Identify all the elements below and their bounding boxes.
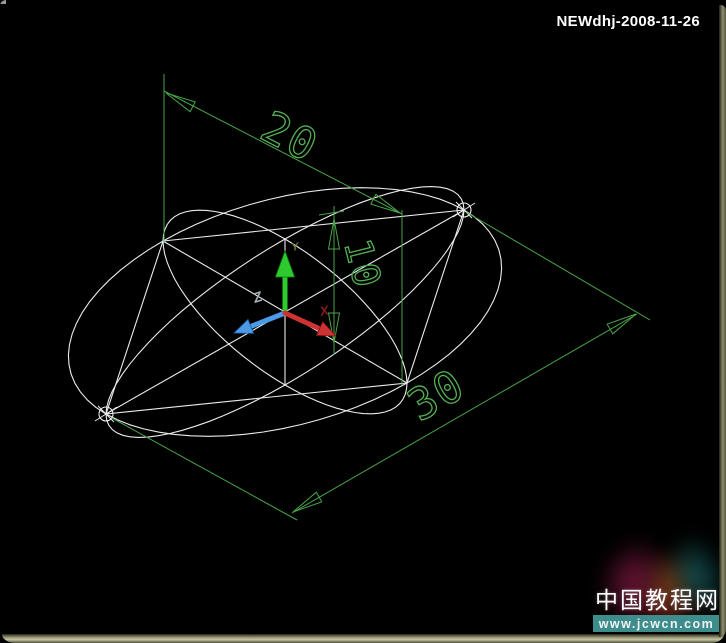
ucs-axis-head-Y <box>274 249 296 278</box>
frame-bottom-edge <box>2 634 724 643</box>
ucs-axis-shaft-X <box>282 310 321 331</box>
ucs-axis-head-X <box>315 321 337 337</box>
dim-text-30: 30 <box>399 359 474 432</box>
ucs-label-Y: Y <box>290 241 301 254</box>
corner-speck <box>0 0 6 4</box>
site-url-bar: www.jcwcn.com <box>593 615 720 632</box>
ucs-label-Z: Z <box>250 288 264 306</box>
cad-canvas[interactable]: 20 10 30 Y Z X <box>0 0 726 643</box>
ucs-axis-head-Z <box>233 318 255 334</box>
dim-line-30 <box>291 313 638 514</box>
site-url: www.jcwcn.com <box>598 616 715 631</box>
dim-line-10 <box>318 210 345 216</box>
center-marker-tick <box>455 201 473 219</box>
site-name-watermark: 中国教程网 <box>595 587 720 613</box>
dim-arrowhead <box>165 92 196 113</box>
watermark-top-right: NEWdhj-2008-11-26 <box>556 13 700 30</box>
cad-screenshot-frame: 20 10 30 Y Z X NEWdhj-2008-11-26 中国教程网 www.jc… <box>0 0 726 643</box>
frame-right-edge <box>719 5 726 637</box>
center-marker-tick <box>97 405 115 423</box>
dim-line-30 <box>465 211 651 321</box>
ucs-label-X: X <box>318 302 332 319</box>
ucs-axis-shaft-Z <box>249 310 288 329</box>
dim-text-20: 20 <box>253 101 327 172</box>
dim-text-10: 10 <box>335 234 390 293</box>
dim-line-30 <box>111 417 298 521</box>
dim-arrowhead <box>292 491 323 513</box>
